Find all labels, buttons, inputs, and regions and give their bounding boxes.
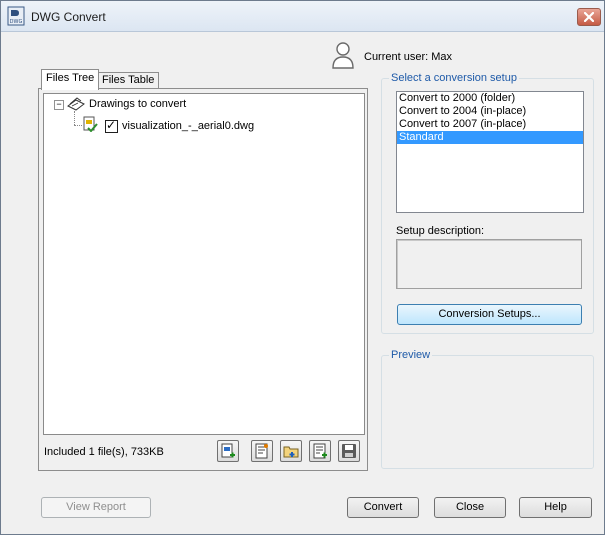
user-icon <box>332 42 354 69</box>
convert-button[interactable]: Convert <box>347 497 419 518</box>
setup-item-2004-in-place[interactable]: Convert to 2004 (in-place) <box>397 105 583 118</box>
tree-collapse-toggle[interactable]: − <box>54 100 64 110</box>
current-user-label: Current user: Max <box>364 51 453 63</box>
add-file-button[interactable] <box>217 440 239 462</box>
tree-connector <box>74 111 76 125</box>
dwg-convert-window: DWG DWG Convert Current user: Max Files … <box>0 0 605 535</box>
preview-group: Preview <box>381 349 594 469</box>
file-include-checkbox[interactable]: ✓ <box>105 118 118 133</box>
tab-files-table[interactable]: Files Table <box>97 72 160 89</box>
setup-description-label: Setup description: <box>396 225 485 237</box>
window-title: DWG Convert <box>31 10 106 24</box>
append-list-icon <box>313 443 327 459</box>
dwg-app-icon: DWG <box>7 6 25 26</box>
setup-item-standard[interactable]: Standard <box>397 131 583 144</box>
preview-title: Preview <box>389 349 433 361</box>
tree-file-label[interactable]: visualization_-_aerial0.dwg <box>122 120 254 132</box>
tab-label: Files Table <box>102 74 155 86</box>
tree-root-label[interactable]: Drawings to convert <box>89 98 186 110</box>
help-button[interactable]: Help <box>519 497 592 518</box>
add-folder-icon <box>283 446 299 458</box>
files-status-text: Included 1 file(s), 733KB <box>44 446 164 458</box>
save-list-button[interactable] <box>338 440 360 462</box>
add-sheet-list-icon <box>255 443 268 459</box>
conversion-setup-list[interactable]: Convert to 2000 (folder) Convert to 2004… <box>396 91 584 213</box>
dwg-file-icon <box>83 116 98 132</box>
conversion-setup-group: Select a conversion setup Convert to 200… <box>381 72 594 334</box>
tree-connector <box>74 125 82 127</box>
close-button[interactable]: Close <box>434 497 506 518</box>
close-icon <box>584 12 594 22</box>
window-close-button[interactable] <box>577 8 601 26</box>
files-tree-panel: − Drawings to convert ✓ visualization_-_… <box>38 88 368 471</box>
add-file-icon <box>221 443 235 458</box>
view-report-button[interactable]: View Report <box>41 497 151 518</box>
tab-label: Files Tree <box>46 72 95 84</box>
checkmark-icon: ✓ <box>106 118 117 132</box>
files-tree[interactable]: − Drawings to convert ✓ visualization_-_… <box>43 93 365 435</box>
drawings-folder-icon <box>67 97 85 111</box>
conversion-setup-title: Select a conversion setup <box>389 72 519 84</box>
save-list-icon <box>342 444 356 458</box>
setup-description-box <box>396 239 582 289</box>
add-sheet-list-button[interactable] <box>251 440 273 462</box>
setup-item-2000-folder[interactable]: Convert to 2000 (folder) <box>397 92 583 105</box>
conversion-setups-button[interactable]: Conversion Setups... <box>397 304 582 325</box>
tab-files-tree[interactable]: Files Tree <box>41 69 100 90</box>
title-bar[interactable]: DWG DWG Convert <box>1 1 604 32</box>
setup-item-2007-in-place[interactable]: Convert to 2007 (in-place) <box>397 118 583 131</box>
append-list-button[interactable] <box>309 440 331 462</box>
svg-text:DWG: DWG <box>10 19 23 25</box>
add-folder-button[interactable] <box>280 440 302 462</box>
